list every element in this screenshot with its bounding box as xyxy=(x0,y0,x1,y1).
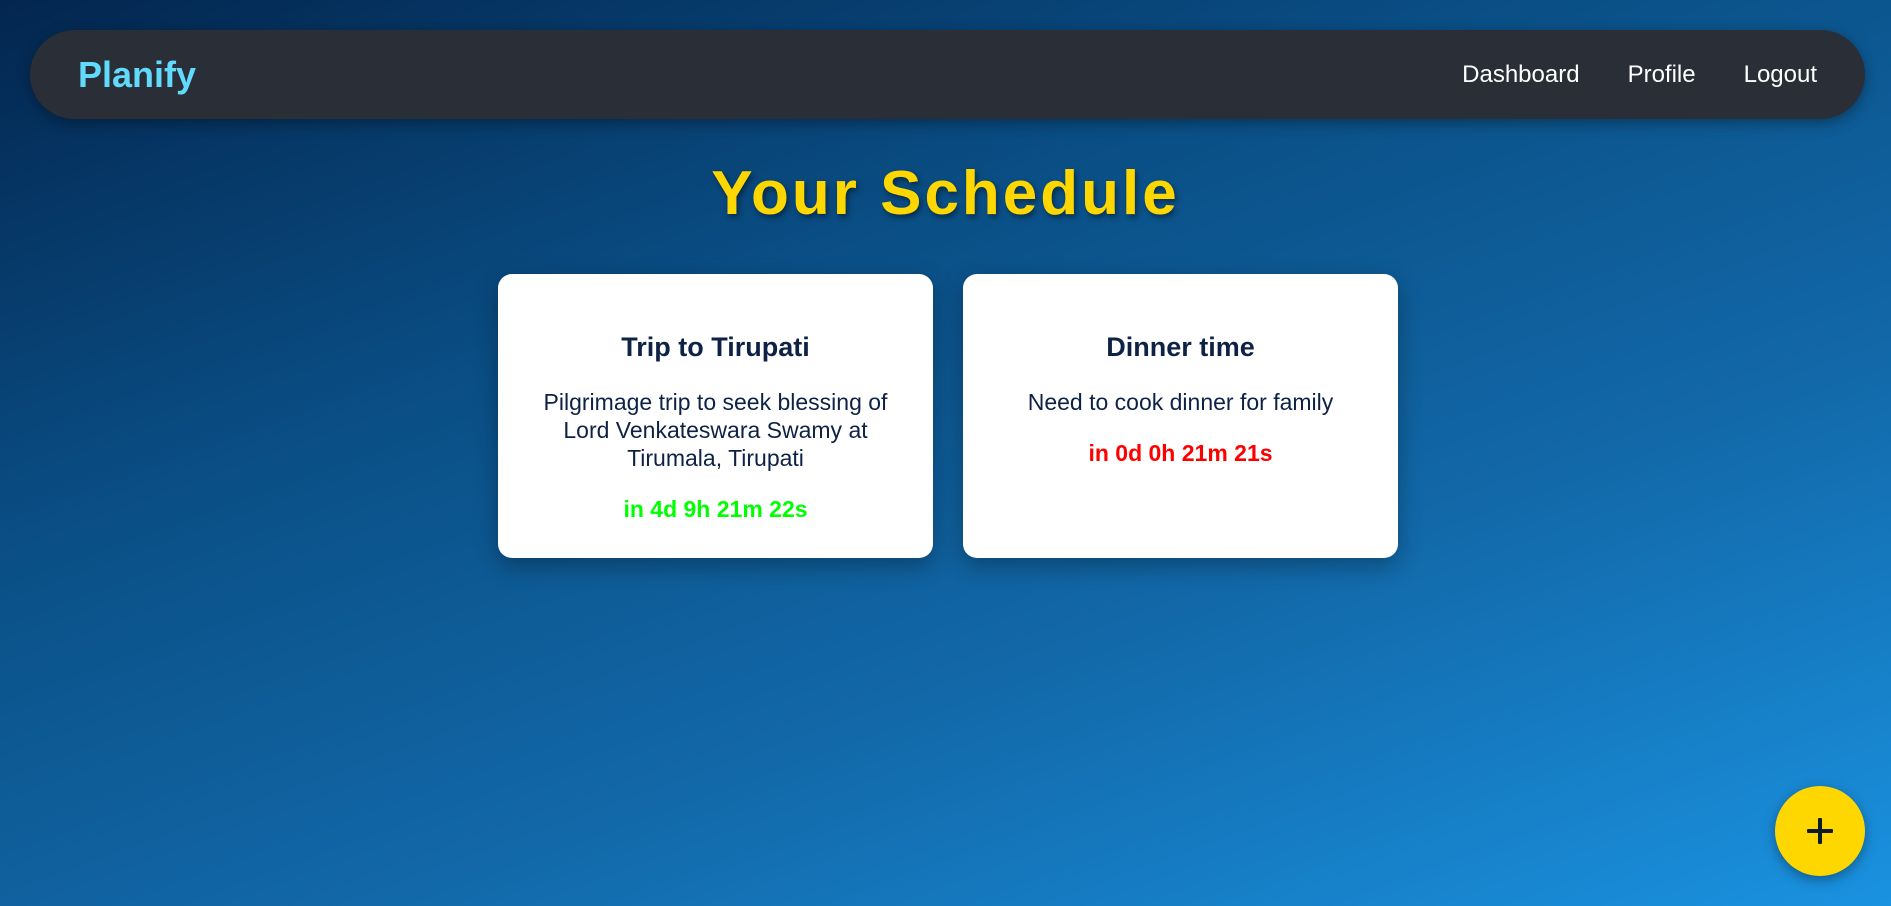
nav-link-profile[interactable]: Profile xyxy=(1628,61,1696,89)
event-countdown: in 0d 0h 21m 21s xyxy=(1088,440,1273,466)
plus-icon xyxy=(1807,818,1833,844)
event-title: Dinner time xyxy=(1106,332,1255,362)
event-card[interactable]: Trip to Tirupati Pilgrimage trip to seek… xyxy=(498,274,933,558)
add-event-button[interactable] xyxy=(1775,786,1865,876)
event-countdown: in 4d 9h 21m 22s xyxy=(623,496,808,522)
page-title: Your Schedule xyxy=(711,159,1180,228)
nav-link-logout[interactable]: Logout xyxy=(1744,61,1817,89)
event-description: Pilgrimage trip to seek blessing of Lord… xyxy=(543,389,888,471)
event-title: Trip to Tirupati xyxy=(621,332,810,362)
event-description: Need to cook dinner for family xyxy=(1027,389,1334,415)
navbar: Planify Dashboard Profile Logout xyxy=(30,30,1865,119)
nav-links: Dashboard Profile Logout xyxy=(1462,61,1817,89)
event-card-list: Trip to Tirupati Pilgrimage trip to seek… xyxy=(498,274,1398,558)
nav-link-dashboard[interactable]: Dashboard xyxy=(1462,61,1579,89)
brand-logo[interactable]: Planify xyxy=(78,54,196,96)
event-card[interactable]: Dinner time Need to cook dinner for fami… xyxy=(963,274,1398,558)
